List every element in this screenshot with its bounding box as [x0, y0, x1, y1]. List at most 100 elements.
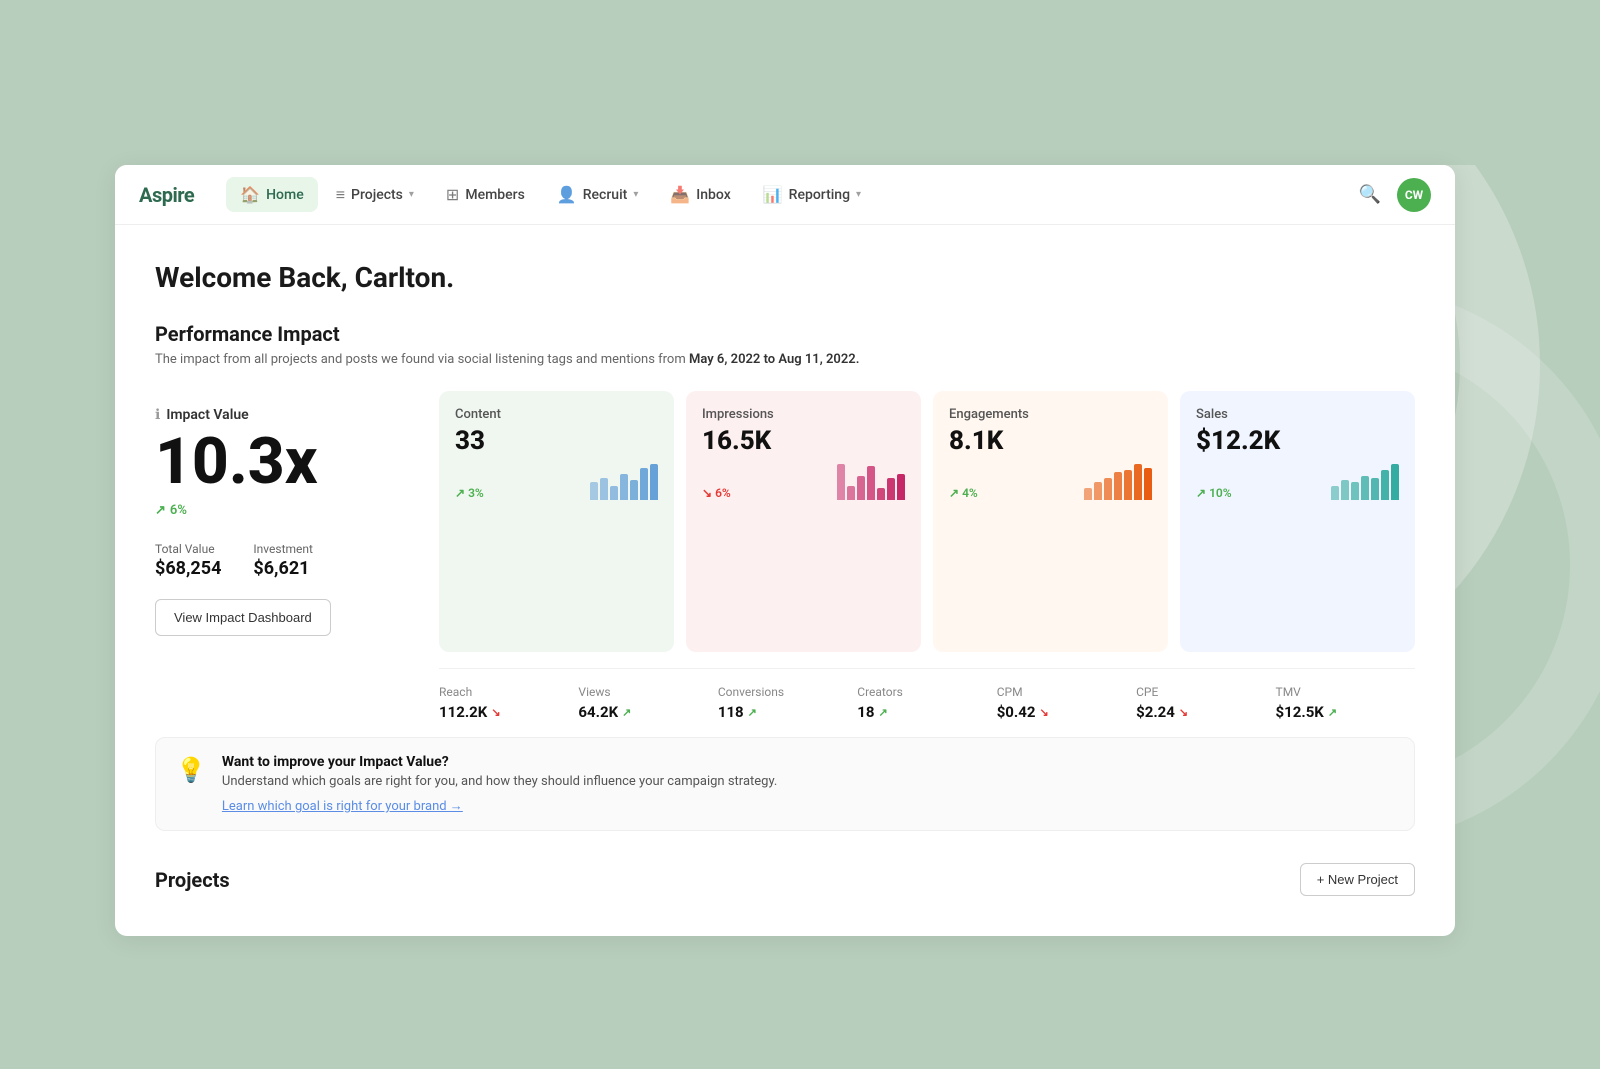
metric-footer-impressions: ↘ 6% [702, 464, 905, 500]
stat-label: TMV [1276, 685, 1399, 699]
stat-label: Creators [857, 685, 980, 699]
tip-link[interactable]: Learn which goal is right for your brand… [222, 799, 463, 814]
impact-value: 10.3x [155, 427, 415, 497]
stat-value: 112.2K ↘ [439, 703, 562, 721]
metric-cards: Content 33 ↗ 3% Impressions 16.5K ↘ 6% E… [439, 391, 1415, 652]
nav-label-home: Home [266, 187, 304, 203]
nav-label-inbox: Inbox [696, 187, 730, 203]
stat-value: $0.42 ↘ [997, 703, 1120, 721]
metric-label-sales: Sales [1196, 407, 1399, 422]
stat-value: $2.24 ↘ [1136, 703, 1259, 721]
tip-content: Want to improve your Impact Value? Under… [222, 754, 777, 814]
metric-value-impressions: 16.5K [702, 426, 905, 456]
stat-label: Views [578, 685, 701, 699]
nav-item-reporting[interactable]: 📊 Reporting ▾ [749, 177, 875, 212]
projects-header: Projects + New Project [155, 863, 1415, 896]
nav-bar: Aspire 🏠 Home ≡ Projects ▾ ⊞ Members 👤 R… [115, 165, 1455, 225]
home-icon: 🏠 [240, 185, 260, 204]
investment-label: Investment [253, 542, 313, 556]
impact-trend: ↗ 6% [155, 503, 415, 518]
metric-trend-content: ↗ 3% [455, 486, 484, 500]
nav-item-recruit[interactable]: 👤 Recruit ▾ [543, 177, 653, 212]
tip-card: 💡 Want to improve your Impact Value? Und… [155, 737, 1415, 831]
info-icon: ℹ [155, 407, 160, 423]
stat-item-cpm: CPM $0.42 ↘ [997, 685, 1136, 721]
chevron-down-icon-3: ▾ [856, 189, 861, 200]
stat-item-creators: Creators 18 ↗ [857, 685, 996, 721]
stats-section: Reach 112.2K ↘ Views 64.2K ↗ Conversions… [439, 668, 1415, 721]
trend-icon-content: ↗ [455, 486, 465, 500]
stat-arrow: ↗ [748, 706, 757, 719]
page-content: Welcome Back, Carlton. Performance Impac… [115, 225, 1455, 936]
perf-desc: The impact from all projects and posts w… [155, 352, 1415, 367]
nav-item-members[interactable]: ⊞ Members [432, 177, 539, 212]
metric-value-sales: $12.2K [1196, 426, 1399, 456]
stats-row: Reach 112.2K ↘ Views 64.2K ↗ Conversions… [439, 668, 1415, 721]
stat-label: CPE [1136, 685, 1259, 699]
recruit-icon: 👤 [557, 185, 577, 204]
app-logo: Aspire [139, 183, 194, 207]
view-impact-button[interactable]: View Impact Dashboard [155, 599, 331, 636]
total-value: $68,254 [155, 558, 221, 579]
metric-label-engagements: Engagements [949, 407, 1152, 422]
mini-chart-content [590, 464, 658, 500]
nav-label-members: Members [465, 187, 524, 203]
metric-value-content: 33 [455, 426, 658, 456]
stat-arrow: ↗ [1328, 706, 1337, 719]
stat-item-reach: Reach 112.2K ↘ [439, 685, 578, 721]
trend-icon-impressions: ↘ [702, 486, 712, 500]
metric-trend-impressions: ↘ 6% [702, 486, 731, 500]
metric-card-content: Content 33 ↗ 3% [439, 391, 674, 652]
metric-card-engagements: Engagements 8.1K ↗ 4% [933, 391, 1168, 652]
user-avatar[interactable]: CW [1397, 178, 1431, 212]
impact-label: Impact Value [166, 407, 248, 423]
trend-icon-engagements: ↗ [949, 486, 959, 500]
stat-arrow: ↗ [622, 706, 631, 719]
search-button[interactable]: 🔍 [1359, 184, 1381, 205]
stat-label: Reach [439, 685, 562, 699]
metric-footer-content: ↗ 3% [455, 464, 658, 500]
trend-up-icon: ↗ [155, 503, 166, 518]
tip-title: Want to improve your Impact Value? [222, 754, 777, 770]
stat-arrow: ↘ [491, 706, 500, 719]
mini-chart-sales [1331, 464, 1399, 500]
nav-label-projects: Projects [351, 187, 403, 203]
metric-card-impressions: Impressions 16.5K ↘ 6% [686, 391, 921, 652]
stat-arrow: ↗ [878, 706, 887, 719]
new-project-button[interactable]: + New Project [1300, 863, 1415, 896]
trend-icon-sales: ↗ [1196, 486, 1206, 500]
chevron-down-icon: ▾ [409, 189, 414, 200]
members-icon: ⊞ [446, 185, 459, 204]
stat-label: Conversions [718, 685, 841, 699]
total-value-item: Total Value $68,254 [155, 542, 221, 579]
main-container: Aspire 🏠 Home ≡ Projects ▾ ⊞ Members 👤 R… [115, 165, 1455, 936]
mini-chart-engagements [1084, 464, 1152, 500]
metric-label-impressions: Impressions [702, 407, 905, 422]
mini-chart-impressions [837, 464, 905, 500]
perf-title: Performance Impact [155, 322, 1415, 346]
nav-label-recruit: Recruit [583, 187, 628, 203]
nav-right: 🔍 CW [1359, 178, 1431, 212]
metric-label-content: Content [455, 407, 658, 422]
metric-footer-sales: ↗ 10% [1196, 464, 1399, 500]
metric-trend-sales: ↗ 10% [1196, 486, 1232, 500]
projects-icon: ≡ [336, 185, 345, 205]
nav-items: 🏠 Home ≡ Projects ▾ ⊞ Members 👤 Recruit … [226, 177, 1358, 213]
tip-desc: Understand which goals are right for you… [222, 774, 777, 789]
stat-item-tmv: TMV $12.5K ↗ [1276, 685, 1415, 721]
chevron-down-icon-2: ▾ [633, 189, 638, 200]
perf-layout: ℹ Impact Value 10.3x ↗ 6% Total Value $6… [155, 391, 1415, 652]
impact-card: ℹ Impact Value 10.3x ↗ 6% Total Value $6… [155, 391, 415, 652]
nav-item-projects[interactable]: ≡ Projects ▾ [322, 177, 428, 213]
stat-arrow: ↘ [1039, 706, 1048, 719]
stat-arrow: ↘ [1179, 706, 1188, 719]
stat-value: 118 ↗ [718, 703, 841, 721]
nav-item-home[interactable]: 🏠 Home [226, 177, 318, 212]
nav-item-inbox[interactable]: 📥 Inbox [656, 177, 744, 212]
metric-card-sales: Sales $12.2K ↗ 10% [1180, 391, 1415, 652]
stat-label: CPM [997, 685, 1120, 699]
stat-item-views: Views 64.2K ↗ [578, 685, 717, 721]
lightbulb-icon: 💡 [176, 756, 206, 784]
reporting-icon: 📊 [763, 185, 783, 204]
stat-item-cpe: CPE $2.24 ↘ [1136, 685, 1275, 721]
